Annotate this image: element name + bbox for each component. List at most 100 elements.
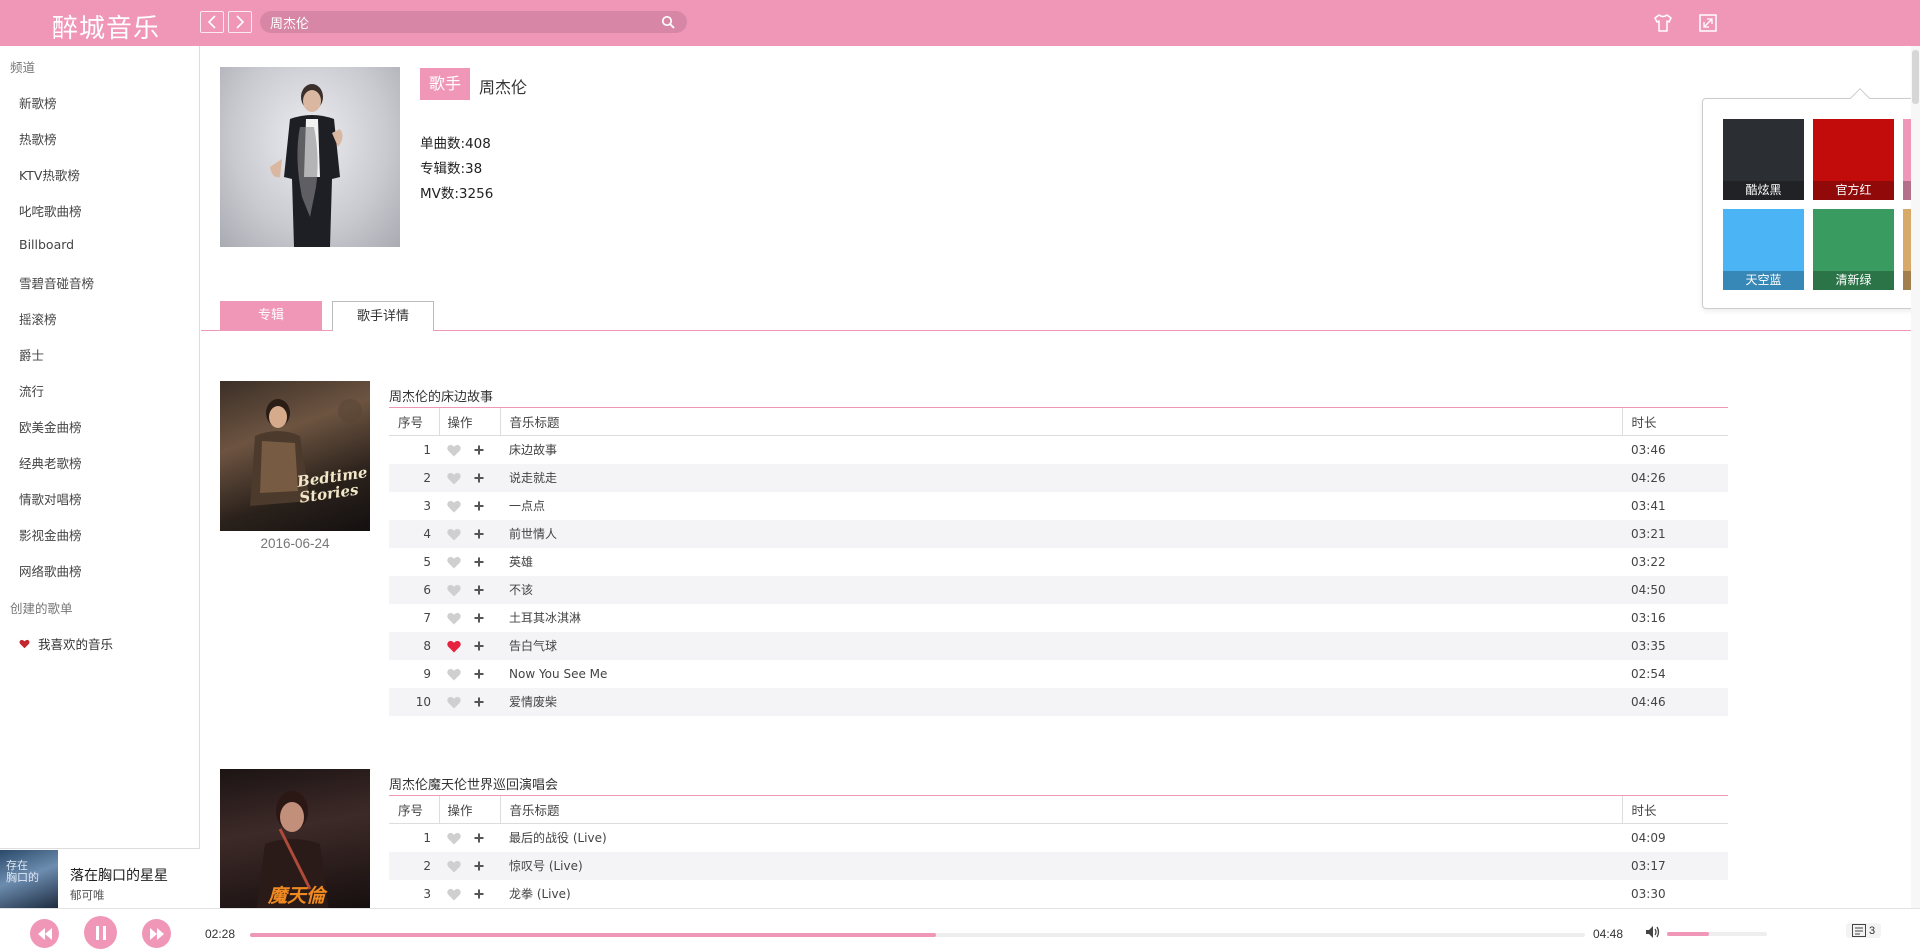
skin-swatch[interactable]: 酷炫黑 <box>1723 119 1804 200</box>
tab-artist-detail[interactable]: 歌手详情 <box>332 301 434 331</box>
track-title[interactable]: 龙拳 (Live) <box>500 880 1622 908</box>
add-to-playlist-icon[interactable] <box>474 833 484 843</box>
sidebar-item-favorite[interactable]: 我喜欢的音乐 <box>19 634 113 653</box>
progress-bar[interactable] <box>250 933 1585 937</box>
track-row[interactable]: 9 Now You See Me 02:54 <box>389 660 1728 688</box>
skin-swatch[interactable]: 土豪金 <box>1903 209 1911 290</box>
now-playing-cover[interactable]: 存在 胸口的 <box>0 850 58 908</box>
add-to-playlist-icon[interactable] <box>474 861 484 871</box>
track-title[interactable]: 爱情废柴 <box>500 687 1622 716</box>
add-to-playlist-icon[interactable] <box>474 613 484 623</box>
track-title[interactable]: 土耳其冰淇淋 <box>500 604 1622 632</box>
now-playing-cover-art: 存在 胸口的 <box>6 859 39 884</box>
now-playing[interactable]: 存在 胸口的 落在胸口的星星 郁可唯 <box>0 848 200 908</box>
like-heart-icon[interactable] <box>447 640 461 653</box>
add-to-playlist-icon[interactable] <box>474 697 484 707</box>
track-row[interactable]: 5 英雄 03:22 <box>389 548 1728 576</box>
scrollbar-track[interactable] <box>1911 46 1920 908</box>
like-heart-icon[interactable] <box>447 696 461 709</box>
like-heart-icon[interactable] <box>447 444 461 457</box>
playlist-button[interactable]: 3 <box>1846 923 1882 938</box>
tab-albums[interactable]: 专辑 <box>220 301 322 331</box>
volume-slider[interactable] <box>1667 932 1767 936</box>
add-to-playlist-icon[interactable] <box>474 445 484 455</box>
track-index: 10 <box>389 687 439 716</box>
sidebar-item-channel[interactable]: 摇滚榜 <box>19 309 57 328</box>
next-button[interactable] <box>142 919 171 948</box>
sidebar-item-channel[interactable]: 网络歌曲榜 <box>19 561 82 580</box>
sidebar-item-channel[interactable]: 流行 <box>19 381 44 400</box>
like-heart-icon[interactable] <box>447 528 461 541</box>
track-title[interactable]: 惊叹号 (Live) <box>500 851 1622 880</box>
like-heart-icon[interactable] <box>447 860 461 873</box>
album-cover-label: 魔天倫 <box>268 885 326 907</box>
track-row[interactable]: 2 惊叹号 (Live) 03:17 <box>389 851 1728 880</box>
track-title[interactable]: 一点点 <box>500 492 1622 520</box>
add-to-playlist-icon[interactable] <box>474 889 484 899</box>
sidebar-item-channel[interactable]: 雪碧音碰音榜 <box>19 273 94 292</box>
add-to-playlist-icon[interactable] <box>474 501 484 511</box>
like-heart-icon[interactable] <box>447 668 461 681</box>
track-title[interactable]: 最后的战役 (Live) <box>500 824 1622 852</box>
like-heart-icon[interactable] <box>447 612 461 625</box>
track-title[interactable]: 不该 <box>500 575 1622 604</box>
album-cover[interactable]: Bedtime Stories <box>220 381 370 531</box>
like-heart-icon[interactable] <box>447 472 461 485</box>
sidebar-item-channel[interactable]: Billboard <box>19 237 74 252</box>
track-row[interactable]: 1 最后的战役 (Live) 04:09 <box>389 824 1728 852</box>
sidebar-item-channel[interactable]: KTV热歌榜 <box>19 165 80 184</box>
sidebar-item-channel[interactable]: 爵士 <box>19 345 44 364</box>
track-row[interactable]: 6 不该 04:50 <box>389 575 1728 604</box>
skin-shirt-icon[interactable] <box>1652 12 1674 34</box>
album-title[interactable]: 周杰伦魔天伦世界巡回演唱会 <box>389 774 558 793</box>
sidebar-item-channel[interactable]: 叱咤歌曲榜 <box>19 201 82 220</box>
forward-button[interactable] <box>228 11 252 33</box>
pause-button[interactable] <box>84 916 117 949</box>
skin-swatch[interactable]: 官方红 <box>1813 119 1894 200</box>
add-to-playlist-icon[interactable] <box>474 529 484 539</box>
track-row[interactable]: 3 一点点 03:41 <box>389 492 1728 520</box>
back-button[interactable] <box>200 11 224 33</box>
album-cover[interactable]: 魔天倫 <box>220 769 370 908</box>
like-heart-icon[interactable] <box>447 584 461 597</box>
skin-swatch[interactable]: 清新绿 <box>1813 209 1894 290</box>
like-heart-icon[interactable] <box>447 832 461 845</box>
sidebar-item-channel[interactable]: 欧美金曲榜 <box>19 417 82 436</box>
scrollbar-thumb[interactable] <box>1912 50 1919 104</box>
track-title[interactable]: 英雄 <box>500 548 1622 576</box>
volume-icon[interactable] <box>1645 925 1661 939</box>
like-heart-icon[interactable] <box>447 888 461 901</box>
like-heart-icon[interactable] <box>447 500 461 513</box>
track-title[interactable]: 床边故事 <box>500 436 1622 464</box>
track-row[interactable]: 3 龙拳 (Live) 03:30 <box>389 880 1728 908</box>
track-title[interactable]: 告白气球 <box>500 631 1622 660</box>
track-row[interactable]: 7 土耳其冰淇淋 03:16 <box>389 604 1728 632</box>
track-title[interactable]: 前世情人 <box>500 519 1622 548</box>
album-title[interactable]: 周杰伦的床边故事 <box>389 386 493 405</box>
add-to-playlist-icon[interactable] <box>474 585 484 595</box>
previous-icon <box>37 927 52 940</box>
skin-swatch[interactable]: 天空蓝 <box>1723 209 1804 290</box>
search-icon[interactable] <box>661 15 675 29</box>
add-to-playlist-icon[interactable] <box>474 641 484 651</box>
track-title[interactable]: Now You See Me <box>500 660 1622 688</box>
track-row[interactable]: 4 前世情人 03:21 <box>389 519 1728 548</box>
sidebar-item-channel[interactable]: 影视金曲榜 <box>19 525 82 544</box>
skin-swatch[interactable]: 可爱粉 <box>1903 119 1911 200</box>
sidebar-item-channel[interactable]: 经典老歌榜 <box>19 453 82 472</box>
track-row[interactable]: 10 爱情废柴 04:46 <box>389 687 1728 716</box>
add-to-playlist-icon[interactable] <box>474 473 484 483</box>
track-row[interactable]: 2 说走就走 04:26 <box>389 463 1728 492</box>
add-to-playlist-icon[interactable] <box>474 669 484 679</box>
previous-button[interactable] <box>30 919 59 948</box>
add-to-playlist-icon[interactable] <box>474 557 484 567</box>
sidebar-item-channel[interactable]: 新歌榜 <box>19 93 57 112</box>
track-row[interactable]: 8 告白气球 03:35 <box>389 631 1728 660</box>
track-title[interactable]: 说走就走 <box>500 463 1622 492</box>
like-heart-icon[interactable] <box>447 556 461 569</box>
sidebar-item-channel[interactable]: 情歌对唱榜 <box>19 489 82 508</box>
fullscreen-icon[interactable] <box>1697 12 1719 34</box>
sidebar-item-channel[interactable]: 热歌榜 <box>19 129 57 148</box>
track-row[interactable]: 1 床边故事 03:46 <box>389 436 1728 464</box>
search-input[interactable] <box>270 13 650 31</box>
